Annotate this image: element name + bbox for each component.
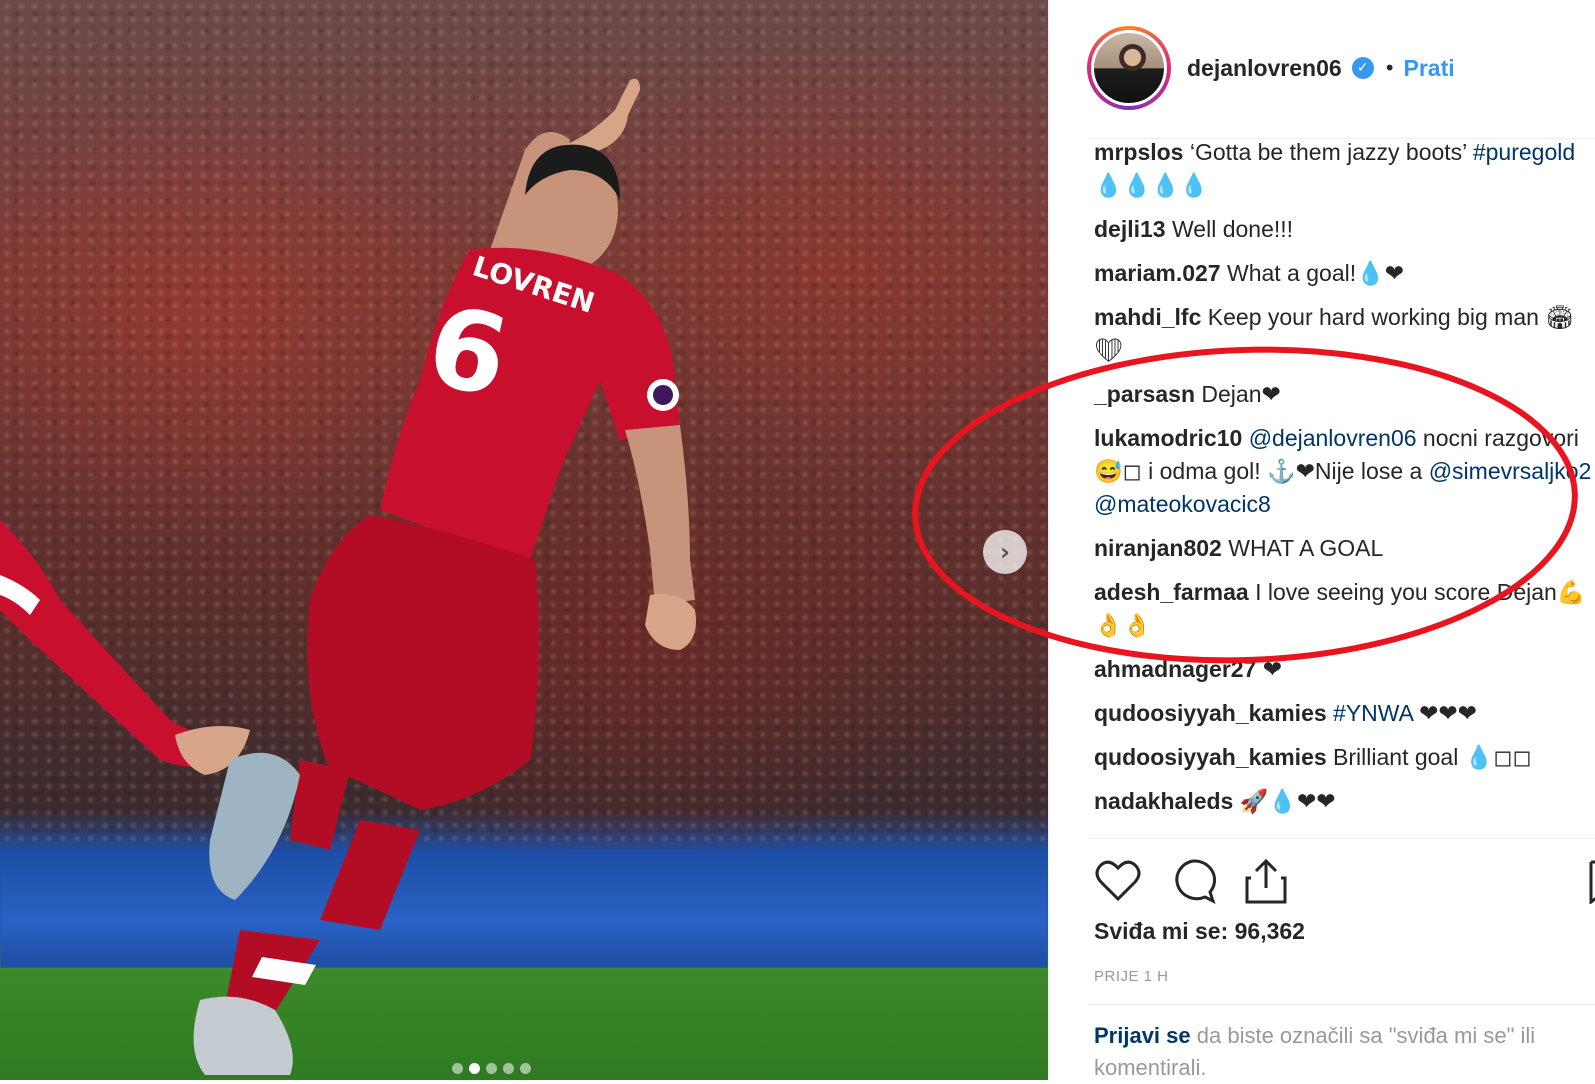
comment-text: Dejan❤ bbox=[1201, 381, 1281, 407]
carousel-dot bbox=[452, 1063, 463, 1074]
post-username[interactable]: dejanlovren06 bbox=[1187, 55, 1342, 82]
avatar-story-ring[interactable] bbox=[1087, 26, 1171, 110]
comment: mrpslos ‘Gotta be them jazzy boots’ #pur… bbox=[1094, 136, 1594, 202]
divider bbox=[1087, 1004, 1595, 1005]
comment: niranjan802 WHAT A GOAL bbox=[1094, 532, 1594, 565]
mention-link[interactable]: @dejanlovren06 bbox=[1249, 425, 1417, 451]
comment-username[interactable]: qudoosiyyah_kamies bbox=[1094, 700, 1327, 726]
carousel-dot bbox=[520, 1063, 531, 1074]
more-options-icon[interactable]: ⋮ bbox=[1589, 1030, 1595, 1055]
comment: mariam.027 What a goal!💧❤ bbox=[1094, 257, 1594, 290]
post-side-panel: dejanlovren06 ✓ • Prati mrpslos ‘Gotta b… bbox=[1048, 0, 1595, 1080]
next-photo-button[interactable]: › bbox=[983, 530, 1027, 574]
separator-dot: • bbox=[1383, 56, 1396, 80]
comment-text: WHAT A GOAL bbox=[1228, 535, 1384, 561]
comment-username[interactable]: ahmadnager27 bbox=[1094, 656, 1256, 682]
login-link[interactable]: Prijavi se bbox=[1094, 1023, 1191, 1048]
comment-username[interactable]: _parsasn bbox=[1094, 381, 1195, 407]
player-illustration: LOVREN 6 bbox=[0, 78, 696, 1075]
avatar[interactable] bbox=[1091, 30, 1167, 106]
chevron-right-icon: › bbox=[1000, 538, 1010, 566]
mention-link[interactable]: @mateokovacic8 bbox=[1094, 491, 1271, 517]
comment-emoji: 💧💧💧💧 bbox=[1094, 172, 1209, 198]
comment-username[interactable]: adesh_farmaa bbox=[1094, 579, 1249, 605]
comment-username[interactable]: mahdi_lfc bbox=[1094, 304, 1201, 330]
comment: _parsasn Dejan❤ bbox=[1094, 378, 1594, 411]
hashtag-link[interactable]: #YNWA bbox=[1333, 700, 1413, 726]
comment: ahmadnager27 ❤ bbox=[1094, 653, 1594, 686]
comment-username[interactable]: nadakhaleds bbox=[1094, 788, 1233, 814]
carousel-dot bbox=[503, 1063, 514, 1074]
comment-username[interactable]: mariam.027 bbox=[1094, 260, 1221, 286]
comment-text: 🚀💧❤❤ bbox=[1239, 788, 1336, 814]
comment-text: ❤ bbox=[1262, 656, 1283, 682]
post-photo[interactable]: LOVREN 6 › bbox=[0, 0, 1048, 1080]
comment-icon[interactable] bbox=[1169, 858, 1217, 904]
follow-button[interactable]: Prati bbox=[1403, 55, 1454, 82]
comment-username[interactable]: qudoosiyyah_kamies bbox=[1094, 744, 1327, 770]
verified-icon: ✓ bbox=[1351, 57, 1374, 79]
comment-list: mrpslos ‘Gotta be them jazzy boots’ #pur… bbox=[1094, 136, 1594, 829]
comment-emoji: ❤❤❤ bbox=[1412, 700, 1477, 726]
comment: mahdi_lfc Keep your hard working big man… bbox=[1094, 301, 1594, 367]
comment: lukamodric10 @dejanlovren06 nocni razgov… bbox=[1094, 422, 1594, 521]
like-count[interactable]: Sviđa mi se: 96,362 bbox=[1094, 918, 1305, 945]
comment-username[interactable]: niranjan802 bbox=[1094, 535, 1222, 561]
comment-text: Well done!!! bbox=[1172, 216, 1294, 242]
post-header: dejanlovren06 ✓ • Prati bbox=[1087, 18, 1595, 118]
comment-text: ‘Gotta be them jazzy boots’ bbox=[1189, 139, 1467, 165]
post-timestamp[interactable]: PRIJE 1 H bbox=[1094, 968, 1169, 985]
post-actions bbox=[1095, 858, 1287, 904]
comment-username[interactable]: mrpslos bbox=[1094, 139, 1183, 165]
comment: dejli13 Well done!!! bbox=[1094, 213, 1594, 246]
comment-username[interactable]: dejli13 bbox=[1094, 216, 1166, 242]
comment: nadakhaleds 🚀💧❤❤ bbox=[1094, 785, 1594, 818]
share-icon[interactable] bbox=[1245, 858, 1287, 904]
comment: qudoosiyyah_kamies #YNWA ❤❤❤ bbox=[1094, 697, 1594, 730]
carousel-indicator bbox=[452, 1063, 531, 1074]
comment-text: What a goal!💧❤ bbox=[1226, 260, 1405, 286]
comment-username[interactable]: lukamodric10 bbox=[1094, 425, 1242, 451]
heart-icon[interactable] bbox=[1095, 859, 1141, 903]
login-prompt: Prijavi se da biste označili sa "sviđa m… bbox=[1094, 1020, 1584, 1084]
carousel-dot-active bbox=[469, 1063, 480, 1074]
mention-link[interactable]: @simevrsaljko2 bbox=[1429, 458, 1592, 484]
comment: adesh_farmaa I love seeing you score Dej… bbox=[1094, 576, 1594, 642]
carousel-dot bbox=[486, 1063, 497, 1074]
divider bbox=[1087, 838, 1595, 839]
hashtag-link[interactable]: #puregold bbox=[1473, 139, 1575, 165]
bookmark-icon[interactable] bbox=[1589, 860, 1595, 904]
comment: qudoosiyyah_kamies Brilliant goal 💧◻◻ bbox=[1094, 741, 1594, 774]
comment-text: Brilliant goal 💧◻◻ bbox=[1333, 744, 1532, 770]
